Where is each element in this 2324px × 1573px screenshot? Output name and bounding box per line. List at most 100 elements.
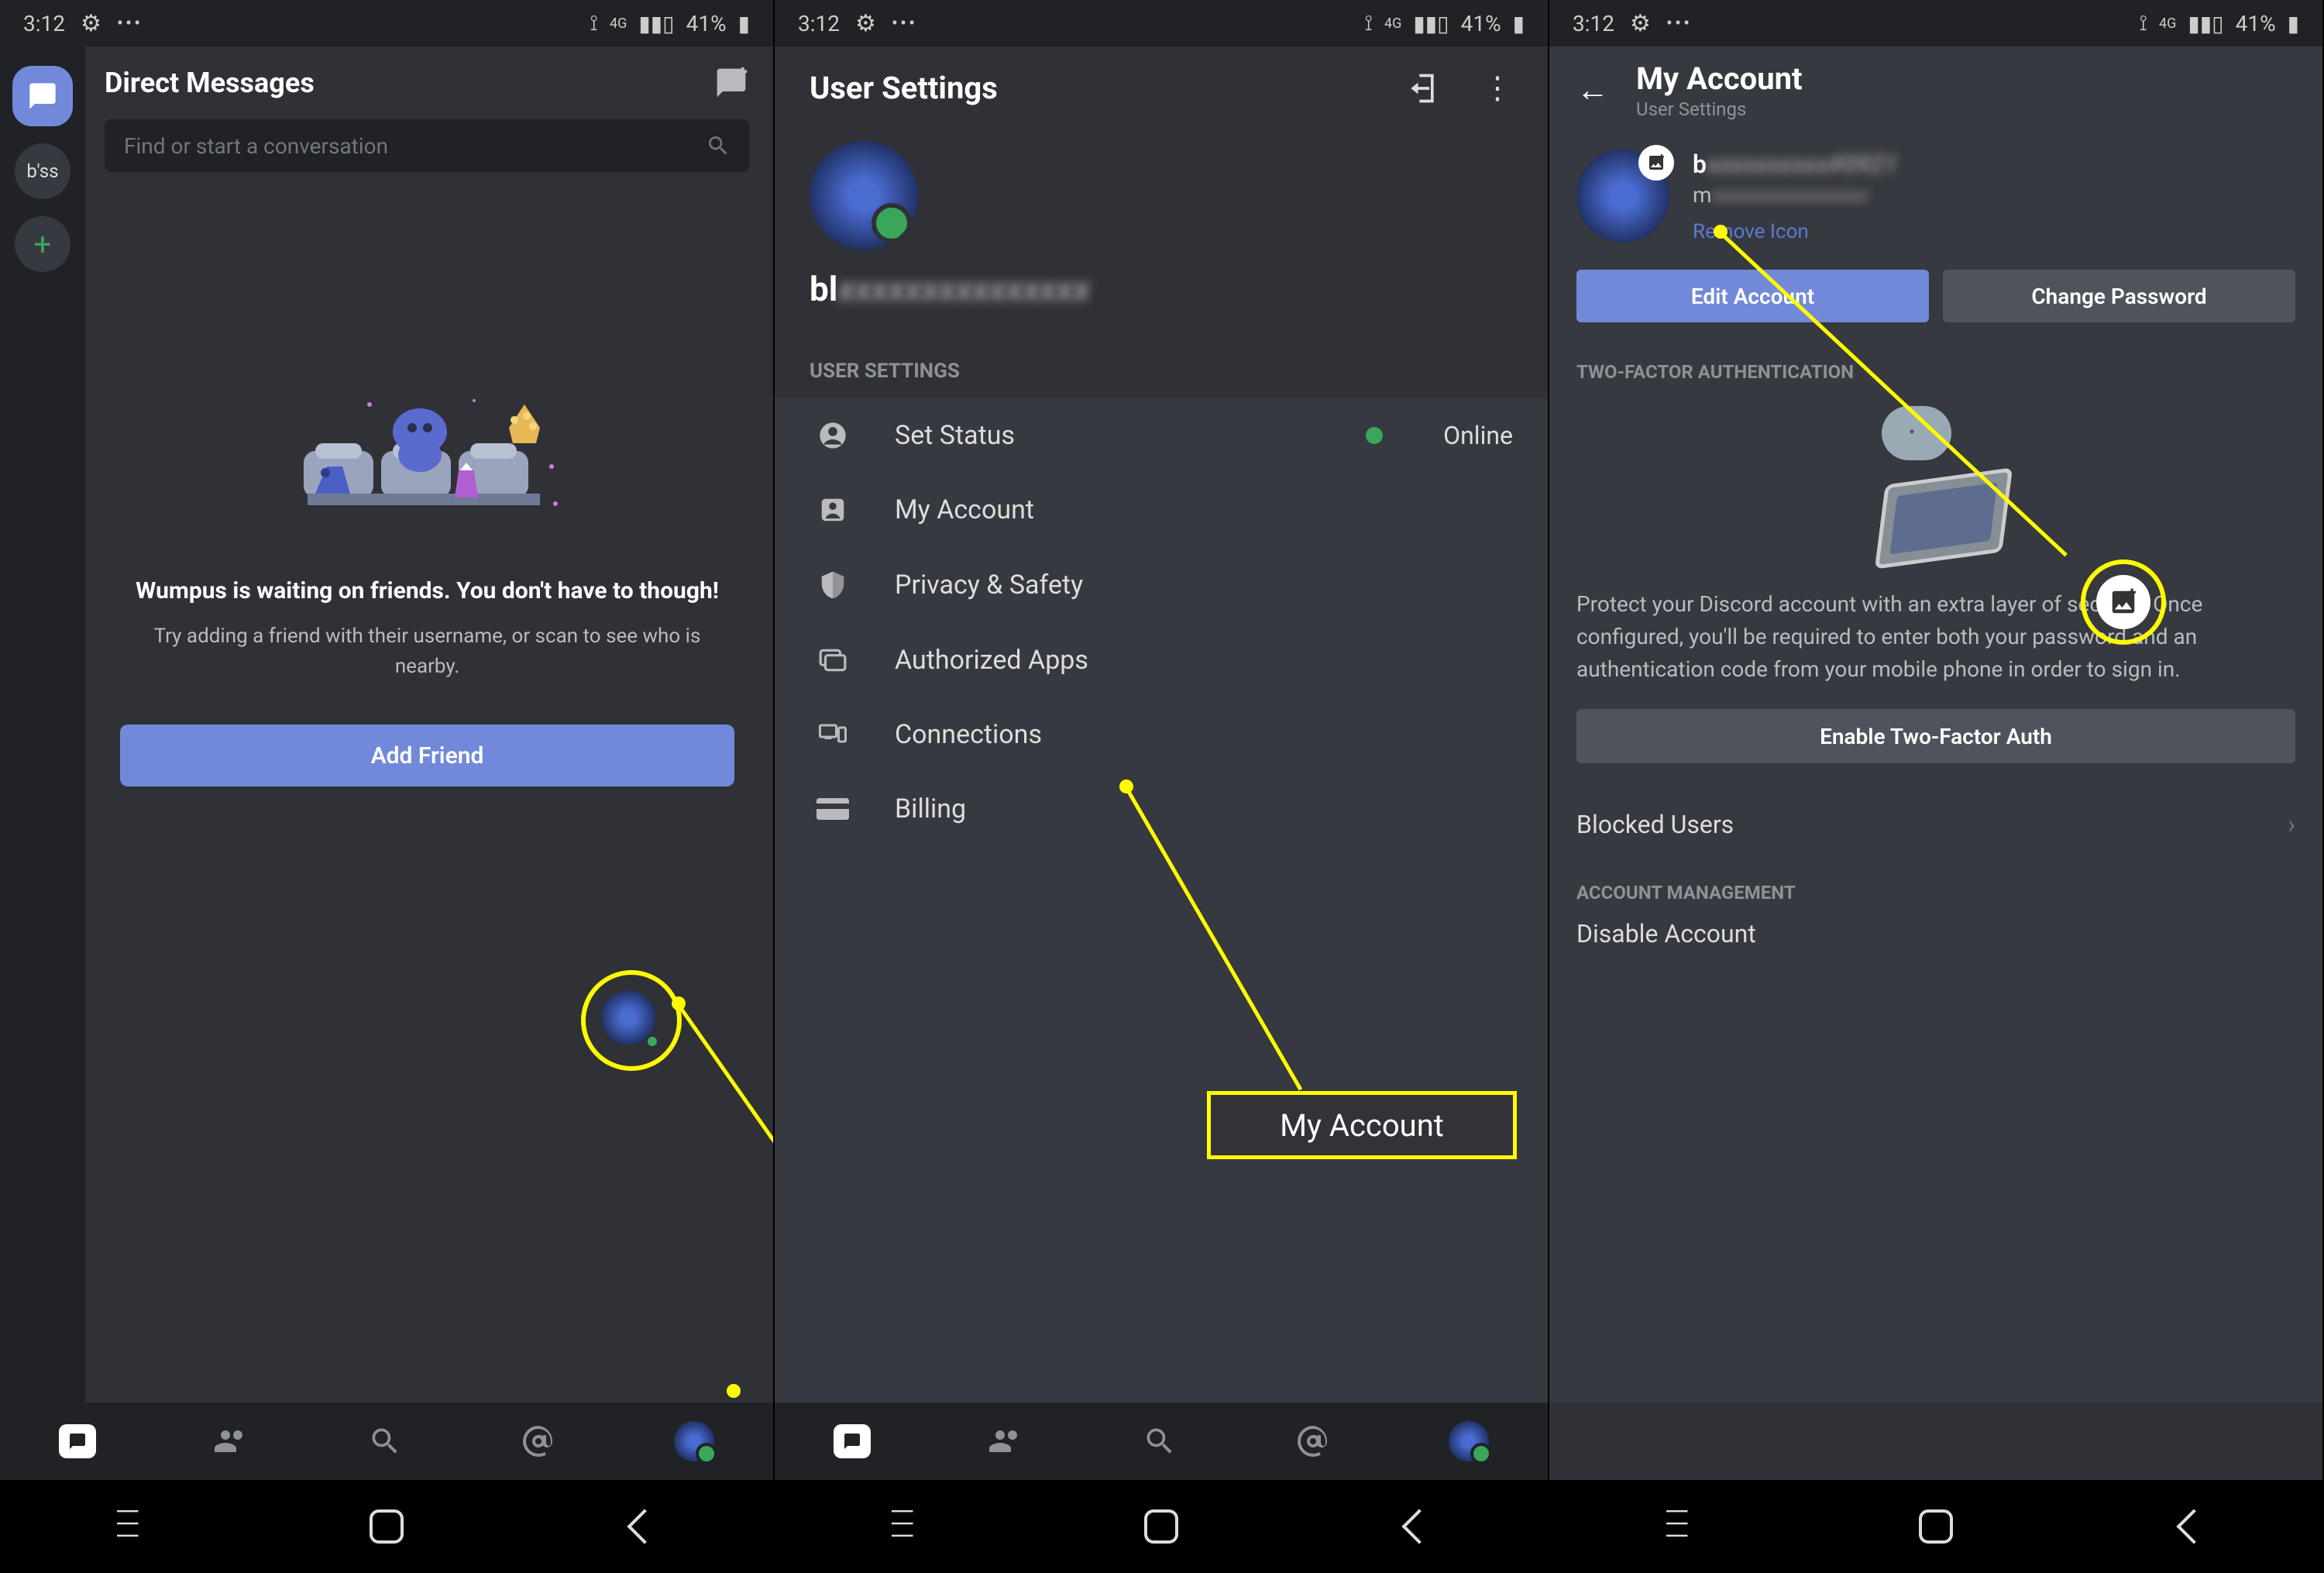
add-friend-button[interactable]: Add Friend xyxy=(120,725,734,786)
avatar[interactable] xyxy=(1576,150,1669,243)
edit-account-button[interactable]: Edit Account xyxy=(1576,270,1929,322)
account-email: mxxxxxxxxxxxxxxx xyxy=(1693,182,2295,208)
annotation-dot xyxy=(1714,225,1728,239)
nav-friends[interactable] xyxy=(988,1423,1025,1460)
header: ← My Account User Settings xyxy=(1549,46,2322,134)
empty-sub: Try adding a friend with their username,… xyxy=(120,621,734,682)
avatar[interactable] xyxy=(810,141,918,250)
wifi-icon: ⟟ xyxy=(590,10,598,36)
label: Privacy & Safety xyxy=(895,570,1513,601)
row-blocked-users[interactable]: Blocked Users › xyxy=(1549,786,2322,862)
bottom-nav xyxy=(775,1403,1548,1480)
nav-search[interactable] xyxy=(368,1424,402,1458)
sys-back[interactable] xyxy=(614,1503,676,1550)
row-connections[interactable]: Connections xyxy=(775,697,1548,772)
add-server-button[interactable]: + xyxy=(15,216,70,272)
label: Set Status xyxy=(895,420,1327,451)
network-icon: 4G xyxy=(610,15,627,32)
wifi-icon: ⟟ xyxy=(2140,10,2147,36)
annotation-circle xyxy=(581,970,682,1071)
page-subtitle: User Settings xyxy=(1636,98,2295,120)
account-card: bxxxxxxxxxx#0921 mxxxxxxxxxxxxxxx Remove… xyxy=(1549,134,2322,346)
dm-bubble[interactable] xyxy=(12,66,73,126)
row-privacy[interactable]: Privacy & Safety xyxy=(775,547,1548,623)
status-avatar-icon xyxy=(810,420,856,451)
network-icon: 4G xyxy=(1384,15,1401,32)
nav-mentions[interactable] xyxy=(520,1423,557,1460)
tfa-section: TWO-FACTOR AUTHENTICATION Protect your D… xyxy=(1549,346,2322,786)
sys-home[interactable] xyxy=(1905,1503,1967,1550)
label: My Account xyxy=(895,494,1513,525)
nav-search[interactable] xyxy=(1143,1424,1177,1458)
row-authorized[interactable]: Authorized Apps xyxy=(775,623,1548,697)
screen-user-settings: 3:12 ⚙ ••• ⟟ 4G ▮▮▯ 41% ▮ User Settings … xyxy=(775,0,1549,1573)
search-box[interactable] xyxy=(105,119,750,172)
nav-mentions[interactable] xyxy=(1294,1423,1332,1460)
status-bar: 3:12 ⚙ ••• ⟟ 4G ▮▮▯ 41% ▮ xyxy=(775,0,1548,46)
profile-section: blxxxxxxxxxxxxxxx xyxy=(775,122,1548,336)
battery-text: 41% xyxy=(2236,11,2276,36)
remove-icon-link[interactable]: Remove Icon xyxy=(1693,220,2295,243)
tfa-illustration xyxy=(1851,406,2021,561)
account-username: bxxxxxxxxxx#0921 xyxy=(1693,150,2295,179)
enable-tfa-button[interactable]: Enable Two-Factor Auth xyxy=(1576,709,2295,763)
nav-discord[interactable] xyxy=(59,1424,96,1458)
sys-back[interactable] xyxy=(1388,1503,1450,1550)
annotation-dot xyxy=(672,996,686,1010)
nav-profile[interactable] xyxy=(674,1421,714,1461)
wifi-icon: ⟟ xyxy=(1365,10,1373,36)
online-dot-icon xyxy=(1366,427,1383,444)
annotation-box: My Account xyxy=(1207,1091,1517,1159)
battery-icon: ▮ xyxy=(738,11,750,36)
more-icon: ••• xyxy=(892,12,917,34)
screen-my-account: 3:12 ⚙ ••• ⟟ 4G ▮▮▯ 41% ▮ ← My Account U… xyxy=(1549,0,2324,1573)
change-password-button[interactable]: Change Password xyxy=(1943,270,2295,322)
sys-recent[interactable]: ||| xyxy=(98,1503,160,1550)
search-input[interactable] xyxy=(124,133,694,159)
apps-icon xyxy=(810,645,856,675)
label: Connections xyxy=(895,719,1513,750)
sys-recent[interactable]: ||| xyxy=(872,1503,934,1550)
new-message-icon[interactable] xyxy=(713,66,750,100)
annotation-dot xyxy=(727,1384,741,1398)
nav-profile[interactable] xyxy=(1449,1421,1489,1461)
row-my-account[interactable]: My Account xyxy=(775,473,1548,547)
row-set-status[interactable]: Set Status Online xyxy=(775,398,1548,473)
signal-icon: ▮▮▯ xyxy=(2188,11,2223,36)
battery-text: 41% xyxy=(1461,11,1501,36)
signal-icon: ▮▮▯ xyxy=(1413,11,1449,36)
page-title: User Settings xyxy=(810,70,998,106)
row-disable-account[interactable]: Disable Account xyxy=(1549,907,2322,960)
gear-icon: ⚙ xyxy=(855,10,876,37)
status-time: 3:12 xyxy=(23,11,65,36)
label: Blocked Users xyxy=(1576,810,1734,839)
system-nav: ||| xyxy=(1549,1480,2322,1573)
network-icon: 4G xyxy=(2159,15,2176,32)
tfa-description: Protect your Discord account with an ext… xyxy=(1576,588,2295,686)
nav-discord[interactable] xyxy=(834,1424,871,1458)
shield-icon xyxy=(810,569,856,601)
signal-icon: ▮▮▯ xyxy=(638,11,674,36)
sys-home[interactable] xyxy=(1130,1503,1192,1550)
battery-text: 41% xyxy=(686,11,727,36)
upload-image-icon[interactable] xyxy=(1638,145,1674,181)
gear-icon: ⚙ xyxy=(1630,10,1651,37)
battery-icon: ▮ xyxy=(1513,11,1525,36)
overflow-icon[interactable]: ⋮ xyxy=(1482,70,1513,106)
status-bar: 3:12 ⚙ ••• ⟟ 4G ▮▮▯ 41% ▮ xyxy=(1549,0,2322,46)
nav-friends[interactable] xyxy=(213,1423,250,1460)
back-arrow-icon[interactable]: ← xyxy=(1576,71,1609,109)
logout-icon[interactable] xyxy=(1405,71,1439,105)
server-item[interactable]: b'ss xyxy=(15,143,70,199)
status-value: Online xyxy=(1443,421,1513,450)
annotation-dot xyxy=(1119,780,1133,793)
card-icon xyxy=(810,797,856,821)
more-icon: ••• xyxy=(117,12,143,34)
system-nav: ||| xyxy=(0,1480,773,1573)
system-nav: ||| xyxy=(775,1480,1548,1573)
sys-recent[interactable]: ||| xyxy=(1647,1503,1709,1550)
sys-back[interactable] xyxy=(2163,1503,2225,1550)
sys-home[interactable] xyxy=(356,1503,418,1550)
row-billing[interactable]: Billing xyxy=(775,772,1548,846)
status-time: 3:12 xyxy=(1573,11,1614,36)
